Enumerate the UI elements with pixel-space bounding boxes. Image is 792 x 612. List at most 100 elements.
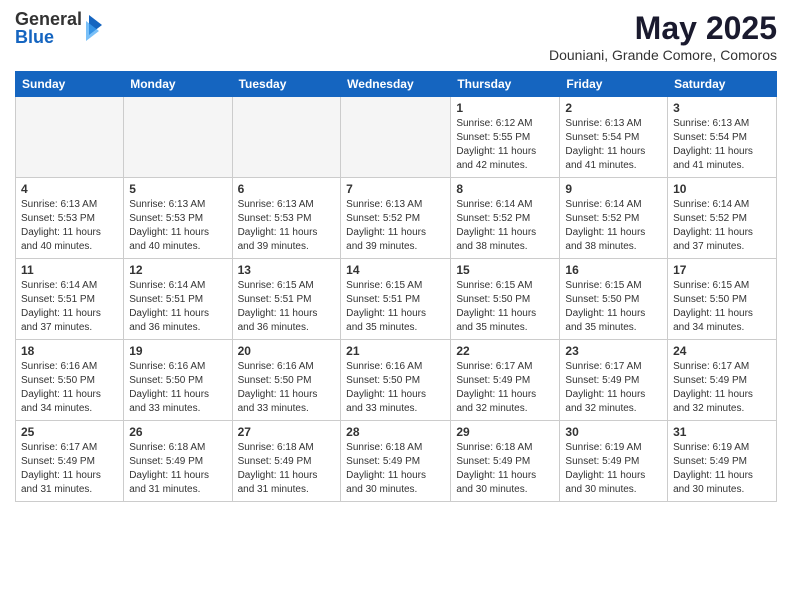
cell-content: Sunrise: 6:17 AM Sunset: 5:49 PM Dayligh… <box>21 441 118 497</box>
calendar-cell: 24 Sunrise: 6:17 AM Sunset: 5:49 PM Dayl… <box>668 340 777 421</box>
sunset-label: Sunset: 5:51 PM <box>21 294 95 305</box>
daylight-label: Daylight: 11 hours and 30 minutes. <box>673 470 753 495</box>
calendar-cell: 16 Sunrise: 6:15 AM Sunset: 5:50 PM Dayl… <box>560 259 668 340</box>
sunrise-label: Sunrise: 6:17 AM <box>21 442 97 453</box>
sunset-label: Sunset: 5:49 PM <box>456 375 530 386</box>
day-number: 24 <box>673 344 771 358</box>
cell-content: Sunrise: 6:14 AM Sunset: 5:51 PM Dayligh… <box>129 279 226 335</box>
daylight-label: Daylight: 11 hours and 30 minutes. <box>456 470 536 495</box>
sunset-label: Sunset: 5:51 PM <box>129 294 203 305</box>
calendar-week-row: 4 Sunrise: 6:13 AM Sunset: 5:53 PM Dayli… <box>16 178 777 259</box>
sunset-label: Sunset: 5:49 PM <box>673 375 747 386</box>
calendar-week-row: 1 Sunrise: 6:12 AM Sunset: 5:55 PM Dayli… <box>16 97 777 178</box>
logo: General Blue <box>15 10 104 46</box>
calendar-cell: 31 Sunrise: 6:19 AM Sunset: 5:49 PM Dayl… <box>668 421 777 502</box>
daylight-label: Daylight: 11 hours and 36 minutes. <box>238 308 318 333</box>
sunset-label: Sunset: 5:50 PM <box>129 375 203 386</box>
cell-content: Sunrise: 6:15 AM Sunset: 5:51 PM Dayligh… <box>346 279 445 335</box>
sunrise-label: Sunrise: 6:17 AM <box>456 361 532 372</box>
daylight-label: Daylight: 11 hours and 31 minutes. <box>21 470 101 495</box>
sunrise-label: Sunrise: 6:16 AM <box>238 361 314 372</box>
daylight-label: Daylight: 11 hours and 39 minutes. <box>238 227 318 252</box>
calendar-cell: 1 Sunrise: 6:12 AM Sunset: 5:55 PM Dayli… <box>451 97 560 178</box>
calendar-day-header: Thursday <box>451 72 560 97</box>
calendar-cell <box>16 97 124 178</box>
sunrise-label: Sunrise: 6:15 AM <box>456 280 532 291</box>
day-number: 29 <box>456 425 554 439</box>
cell-content: Sunrise: 6:16 AM Sunset: 5:50 PM Dayligh… <box>238 360 336 416</box>
calendar-week-row: 11 Sunrise: 6:14 AM Sunset: 5:51 PM Dayl… <box>16 259 777 340</box>
calendar-cell: 19 Sunrise: 6:16 AM Sunset: 5:50 PM Dayl… <box>124 340 232 421</box>
cell-content: Sunrise: 6:18 AM Sunset: 5:49 PM Dayligh… <box>456 441 554 497</box>
sunset-label: Sunset: 5:50 PM <box>238 375 312 386</box>
calendar-table: SundayMondayTuesdayWednesdayThursdayFrid… <box>15 71 777 502</box>
sunset-label: Sunset: 5:55 PM <box>456 132 530 143</box>
sunrise-label: Sunrise: 6:16 AM <box>346 361 422 372</box>
sunrise-label: Sunrise: 6:19 AM <box>565 442 641 453</box>
daylight-label: Daylight: 11 hours and 33 minutes. <box>238 389 318 414</box>
sunrise-label: Sunrise: 6:19 AM <box>673 442 749 453</box>
logo-blue: Blue <box>15 28 82 46</box>
sunrise-label: Sunrise: 6:17 AM <box>673 361 749 372</box>
cell-content: Sunrise: 6:15 AM Sunset: 5:50 PM Dayligh… <box>565 279 662 335</box>
sunrise-label: Sunrise: 6:18 AM <box>346 442 422 453</box>
sunset-label: Sunset: 5:53 PM <box>238 213 312 224</box>
daylight-label: Daylight: 11 hours and 32 minutes. <box>565 389 645 414</box>
day-number: 13 <box>238 263 336 277</box>
day-number: 2 <box>565 101 662 115</box>
cell-content: Sunrise: 6:15 AM Sunset: 5:50 PM Dayligh… <box>456 279 554 335</box>
day-number: 30 <box>565 425 662 439</box>
sunrise-label: Sunrise: 6:17 AM <box>565 361 641 372</box>
calendar-cell: 22 Sunrise: 6:17 AM Sunset: 5:49 PM Dayl… <box>451 340 560 421</box>
title-block: May 2025 Douniani, Grande Comore, Comoro… <box>549 10 777 63</box>
cell-content: Sunrise: 6:14 AM Sunset: 5:52 PM Dayligh… <box>456 198 554 254</box>
daylight-label: Daylight: 11 hours and 42 minutes. <box>456 146 536 171</box>
calendar-cell: 4 Sunrise: 6:13 AM Sunset: 5:53 PM Dayli… <box>16 178 124 259</box>
sunrise-label: Sunrise: 6:18 AM <box>238 442 314 453</box>
daylight-label: Daylight: 11 hours and 34 minutes. <box>21 389 101 414</box>
sunset-label: Sunset: 5:51 PM <box>346 294 420 305</box>
sunrise-label: Sunrise: 6:18 AM <box>129 442 205 453</box>
cell-content: Sunrise: 6:13 AM Sunset: 5:53 PM Dayligh… <box>21 198 118 254</box>
sunset-label: Sunset: 5:49 PM <box>238 456 312 467</box>
header: General Blue May 2025 Douniani, Grande C… <box>15 10 777 63</box>
subtitle: Douniani, Grande Comore, Comoros <box>549 47 777 63</box>
day-number: 15 <box>456 263 554 277</box>
day-number: 17 <box>673 263 771 277</box>
day-number: 11 <box>21 263 118 277</box>
calendar-cell: 27 Sunrise: 6:18 AM Sunset: 5:49 PM Dayl… <box>232 421 341 502</box>
calendar-cell: 25 Sunrise: 6:17 AM Sunset: 5:49 PM Dayl… <box>16 421 124 502</box>
sunrise-label: Sunrise: 6:13 AM <box>129 199 205 210</box>
day-number: 25 <box>21 425 118 439</box>
sunset-label: Sunset: 5:49 PM <box>565 456 639 467</box>
daylight-label: Daylight: 11 hours and 35 minutes. <box>565 308 645 333</box>
sunrise-label: Sunrise: 6:13 AM <box>346 199 422 210</box>
daylight-label: Daylight: 11 hours and 41 minutes. <box>565 146 645 171</box>
cell-content: Sunrise: 6:17 AM Sunset: 5:49 PM Dayligh… <box>673 360 771 416</box>
sunset-label: Sunset: 5:49 PM <box>456 456 530 467</box>
daylight-label: Daylight: 11 hours and 36 minutes. <box>129 308 209 333</box>
sunrise-label: Sunrise: 6:15 AM <box>673 280 749 291</box>
sunrise-label: Sunrise: 6:15 AM <box>238 280 314 291</box>
calendar-cell: 7 Sunrise: 6:13 AM Sunset: 5:52 PM Dayli… <box>341 178 451 259</box>
sunrise-label: Sunrise: 6:13 AM <box>565 118 641 129</box>
daylight-label: Daylight: 11 hours and 32 minutes. <box>673 389 753 414</box>
sunset-label: Sunset: 5:50 PM <box>456 294 530 305</box>
calendar-cell: 28 Sunrise: 6:18 AM Sunset: 5:49 PM Dayl… <box>341 421 451 502</box>
sunset-label: Sunset: 5:49 PM <box>129 456 203 467</box>
sunrise-label: Sunrise: 6:16 AM <box>129 361 205 372</box>
calendar-day-header: Friday <box>560 72 668 97</box>
daylight-label: Daylight: 11 hours and 35 minutes. <box>346 308 426 333</box>
cell-content: Sunrise: 6:13 AM Sunset: 5:54 PM Dayligh… <box>673 117 771 173</box>
sunrise-label: Sunrise: 6:18 AM <box>456 442 532 453</box>
day-number: 6 <box>238 182 336 196</box>
cell-content: Sunrise: 6:17 AM Sunset: 5:49 PM Dayligh… <box>456 360 554 416</box>
daylight-label: Daylight: 11 hours and 41 minutes. <box>673 146 753 171</box>
day-number: 9 <box>565 182 662 196</box>
cell-content: Sunrise: 6:13 AM Sunset: 5:53 PM Dayligh… <box>238 198 336 254</box>
sunset-label: Sunset: 5:54 PM <box>673 132 747 143</box>
sunset-label: Sunset: 5:53 PM <box>129 213 203 224</box>
calendar-cell: 20 Sunrise: 6:16 AM Sunset: 5:50 PM Dayl… <box>232 340 341 421</box>
sunrise-label: Sunrise: 6:12 AM <box>456 118 532 129</box>
calendar-cell: 14 Sunrise: 6:15 AM Sunset: 5:51 PM Dayl… <box>341 259 451 340</box>
